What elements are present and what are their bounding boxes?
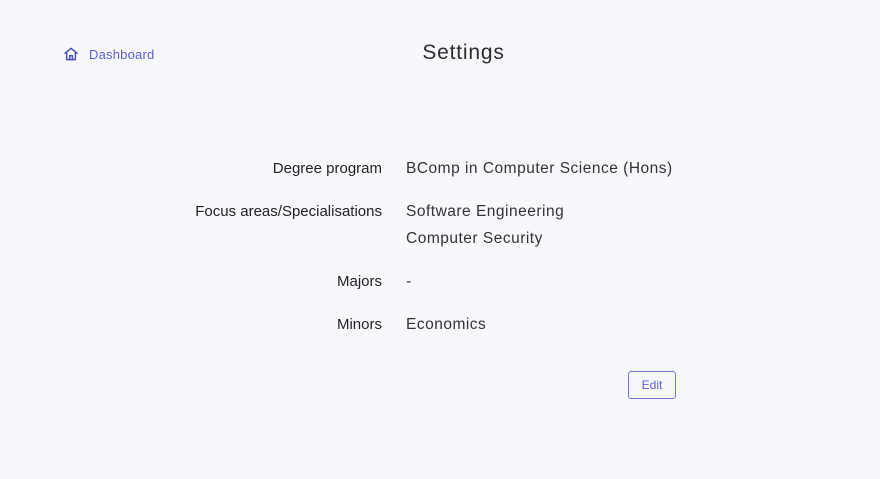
minors-label: Minors	[336, 316, 382, 333]
majors-label: Majors	[336, 273, 382, 290]
focus-area-item: Software Engineering	[406, 203, 565, 220]
focus-areas-label: Focus areas/Specialisations	[195, 203, 382, 220]
degree-program-value: BComp in Computer Science (Hons)	[406, 160, 673, 177]
edit-button[interactable]: Edit	[628, 371, 676, 399]
focus-area-item: Computer Security	[406, 230, 543, 247]
majors-value: -	[406, 273, 412, 290]
minors-value: Economics	[406, 316, 487, 333]
page-title: Settings	[422, 41, 505, 64]
degree-program-label: Degree program	[272, 160, 382, 177]
